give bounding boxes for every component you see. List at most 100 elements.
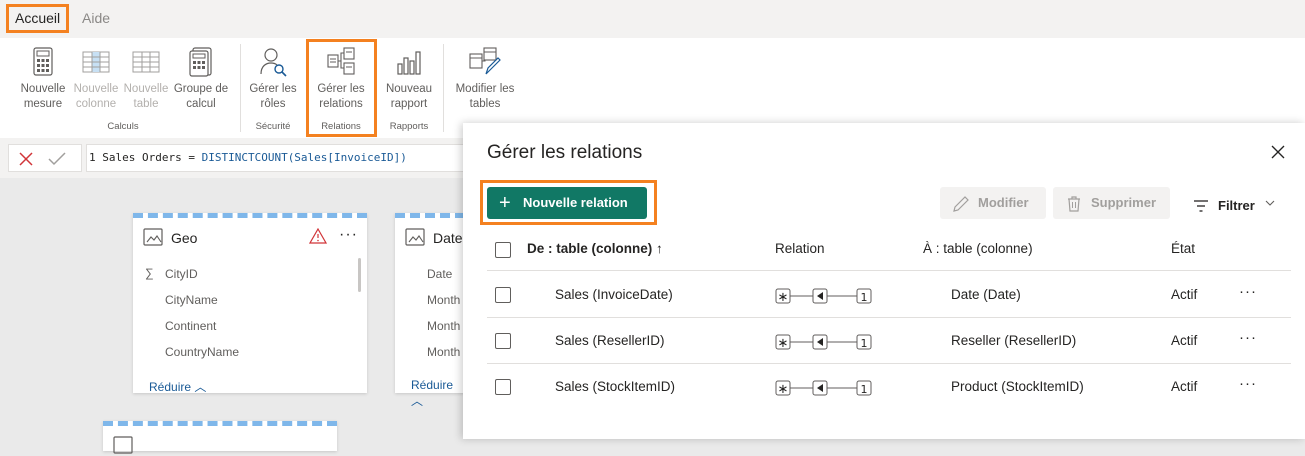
table-icon xyxy=(113,436,133,454)
many-to-one-icon: ∗ 1 xyxy=(775,380,872,397)
chevron-up-icon: ︿ xyxy=(411,394,424,408)
ribbon-separator xyxy=(240,44,241,132)
calculation-group-icon xyxy=(189,47,212,77)
edit-tables-button[interactable]: Modifier les tables xyxy=(450,44,520,112)
many-to-one-icon: ∗ 1 xyxy=(775,334,872,351)
collapse-label: Réduire xyxy=(411,378,454,392)
new-table-label: Nouvelle table xyxy=(123,83,169,110)
table-icon xyxy=(405,228,425,246)
filter-button[interactable]: Filtrer xyxy=(1218,198,1255,213)
column-header-relation[interactable]: Relation xyxy=(775,241,825,256)
new-relation-label: Nouvelle relation xyxy=(523,195,628,210)
manage-relationships-dialog: Gérer les relations + Nouvelle relation … xyxy=(463,123,1305,439)
pencil-icon xyxy=(953,196,969,212)
chevron-up-icon: ︿ xyxy=(194,380,207,394)
chevron-down-icon[interactable] xyxy=(1265,199,1275,207)
tab-accueil[interactable]: Accueil xyxy=(6,4,70,33)
table-card-title: Date xyxy=(433,230,463,246)
edit-tables-label: Modifier les tables xyxy=(455,83,515,110)
modify-label: Modifier xyxy=(978,195,1029,210)
cardinality-many: ∗ xyxy=(778,382,789,397)
collapse-link[interactable]: Réduire ︿ xyxy=(411,378,465,409)
formula-line-number: 1 xyxy=(89,151,96,164)
more-options-icon[interactable]: ··· xyxy=(1239,375,1257,392)
table-card-title: Geo xyxy=(171,230,198,246)
header-divider xyxy=(487,270,1291,271)
menu-bar: Accueil Aide xyxy=(0,0,1305,38)
new-column-button[interactable]: Nouvelle colonne xyxy=(70,44,122,112)
cardinality-one: 1 xyxy=(861,383,868,396)
table-card-geo[interactable]: Geo ··· ∑ CityID CityName Continent Coun… xyxy=(133,213,367,395)
column-header-from-label: De : table (colonne) xyxy=(527,241,653,256)
field-item[interactable]: Continent xyxy=(165,319,216,333)
cardinality-many: ∗ xyxy=(778,290,789,305)
new-report-label: Nouveau rapport xyxy=(385,83,433,110)
new-report-button[interactable]: Nouveau rapport xyxy=(382,44,436,112)
formula-input[interactable]: 1 Sales Orders = DISTINCTCOUNT(Sales[Inv… xyxy=(86,144,466,172)
table-icon xyxy=(143,228,163,246)
formula-prefix: Sales Orders = xyxy=(102,151,202,164)
user-search-icon xyxy=(260,48,287,77)
column-header-state[interactable]: État xyxy=(1171,241,1195,256)
modify-button[interactable]: Modifier xyxy=(940,187,1046,219)
cardinality-one: 1 xyxy=(861,291,868,304)
calculator-icon xyxy=(33,47,53,76)
row-divider xyxy=(487,363,1291,364)
table-icon xyxy=(132,51,160,73)
tab-aide[interactable]: Aide xyxy=(76,4,116,33)
delete-button[interactable]: Supprimer xyxy=(1053,187,1170,219)
new-measure-button[interactable]: Nouvelle mesure xyxy=(14,44,72,112)
more-options-icon[interactable]: ··· xyxy=(339,226,358,244)
close-icon[interactable] xyxy=(1271,145,1285,159)
delete-label: Supprimer xyxy=(1091,195,1157,210)
column-header-to[interactable]: À : table (colonne) xyxy=(923,241,1033,256)
scrollbar[interactable] xyxy=(358,258,361,292)
manage-roles-label: Gérer les rôles xyxy=(249,83,297,110)
table-card-partial[interactable] xyxy=(103,421,337,454)
cardinality-one: 1 xyxy=(861,337,868,350)
more-options-icon[interactable]: ··· xyxy=(1239,329,1257,346)
field-item[interactable]: CityName xyxy=(165,293,218,307)
field-item[interactable]: Month xyxy=(427,345,460,359)
commit-check-icon[interactable] xyxy=(47,151,67,167)
cancel-icon[interactable] xyxy=(17,150,35,168)
row-checkbox[interactable] xyxy=(495,333,511,349)
table-card-date[interactable]: Date Date Month Month Month Réduire ︿ xyxy=(395,213,465,408)
field-item[interactable]: CountryName xyxy=(165,345,239,359)
group-label-calculs: Calculs xyxy=(107,121,139,132)
row-state: Actif xyxy=(1171,287,1198,302)
field-item[interactable]: Date xyxy=(427,267,452,281)
more-options-icon[interactable]: ··· xyxy=(1239,283,1257,300)
row-checkbox[interactable] xyxy=(495,287,511,303)
field-item[interactable]: CityID xyxy=(165,267,198,281)
warning-icon[interactable] xyxy=(309,228,327,244)
new-table-button[interactable]: Nouvelle table xyxy=(122,44,170,112)
row-checkbox[interactable] xyxy=(495,379,511,395)
field-item[interactable]: Month xyxy=(427,293,460,307)
bar-chart-icon xyxy=(397,51,421,75)
collapse-link[interactable]: Réduire ︿ xyxy=(149,378,206,395)
group-label-securite: Sécurité xyxy=(255,121,291,132)
many-to-one-icon: ∗ 1 xyxy=(775,288,872,305)
ribbon-separator xyxy=(443,44,444,132)
manage-roles-button[interactable]: Gérer les rôles xyxy=(246,44,300,112)
column-header-from[interactable]: De : table (colonne) ↑ xyxy=(527,241,663,256)
new-column-label: Nouvelle colonne xyxy=(73,83,119,110)
cardinality-many: ∗ xyxy=(778,336,789,351)
calculation-group-label: Groupe de calcul xyxy=(173,83,229,110)
row-to[interactable]: Date (Date) xyxy=(951,287,1021,302)
relations-highlight xyxy=(306,39,377,137)
row-to[interactable]: Reseller (ResellerID) xyxy=(951,333,1076,348)
filter-icon[interactable] xyxy=(1193,199,1209,213)
row-from[interactable]: Sales (StockItemID) xyxy=(555,379,675,394)
new-relation-button[interactable]: + Nouvelle relation xyxy=(487,187,647,219)
field-item[interactable]: Month xyxy=(427,319,460,333)
sort-ascending-icon: ↑ xyxy=(656,241,663,256)
sigma-icon: ∑ xyxy=(145,266,154,280)
select-all-checkbox[interactable] xyxy=(495,242,511,258)
row-to[interactable]: Product (StockItemID) xyxy=(951,379,1084,394)
calculation-group-button[interactable]: Groupe de calcul xyxy=(170,44,232,112)
row-from[interactable]: Sales (InvoiceDate) xyxy=(555,287,673,302)
row-from[interactable]: Sales (ResellerID) xyxy=(555,333,665,348)
new-measure-label: Nouvelle mesure xyxy=(20,83,66,110)
